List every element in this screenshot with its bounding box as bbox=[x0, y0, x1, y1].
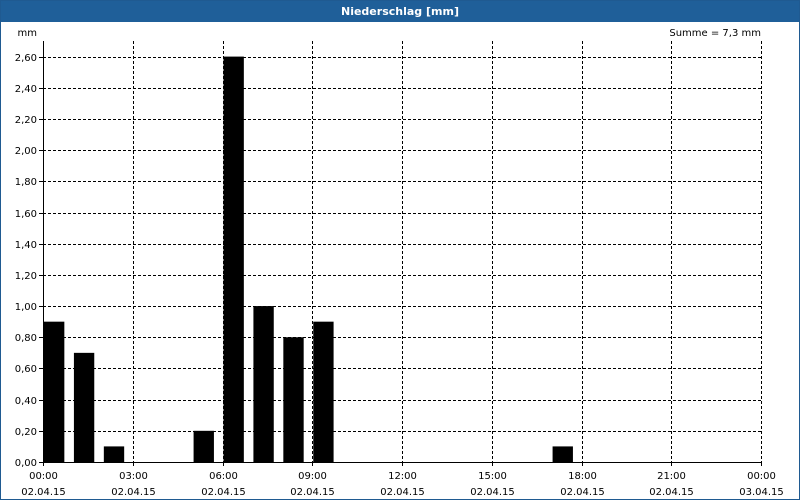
y-tick-label: 0,00 bbox=[15, 458, 37, 469]
y-tick-label: 0,40 bbox=[15, 396, 37, 407]
y-tick-label: 1,80 bbox=[15, 177, 37, 188]
x-tick-time-label: 12:00 bbox=[388, 471, 417, 482]
y-tick-label: 1,60 bbox=[15, 209, 37, 220]
x-tick-date-label: 03.04.15 bbox=[739, 487, 784, 498]
x-tick-date-label: 02.04.15 bbox=[21, 487, 66, 498]
chart-window: Niederschlag [mm] 0,00 0,20 0,40 0,60 0,80 1,… bbox=[0, 0, 800, 500]
x-tick-date-label: 02.04.15 bbox=[290, 487, 335, 498]
sum-annotation: Summe = 7,3 mm bbox=[669, 28, 761, 39]
bar-series bbox=[44, 56, 573, 463]
x-tick-time-label: 03:00 bbox=[119, 471, 148, 482]
precipitation-bar bbox=[193, 430, 214, 462]
precipitation-bar bbox=[283, 337, 304, 462]
y-tick-label: 2,20 bbox=[15, 115, 37, 126]
x-tick-time-label: 06:00 bbox=[209, 471, 238, 482]
x-tick-time-label: 00:00 bbox=[747, 471, 776, 482]
precipitation-bar bbox=[253, 306, 274, 462]
x-tick-date-label: 02.04.15 bbox=[470, 487, 515, 498]
x-tick-date-label: 02.04.15 bbox=[380, 487, 425, 498]
y-tick-label: 0,80 bbox=[15, 333, 37, 344]
y-axis-label: mm bbox=[18, 28, 37, 39]
grid-lines bbox=[43, 41, 762, 462]
y-tick-label: 1,40 bbox=[15, 240, 37, 251]
axes bbox=[39, 41, 762, 466]
x-tick-time-label: 21:00 bbox=[657, 471, 686, 482]
precipitation-bar bbox=[552, 446, 573, 462]
y-tick-label: 1,20 bbox=[15, 271, 37, 282]
chart-title: Niederschlag [mm] bbox=[1, 1, 799, 22]
x-tick-time-label: 15:00 bbox=[478, 471, 507, 482]
y-tick-label: 0,60 bbox=[15, 364, 37, 375]
x-tick-time-label: 09:00 bbox=[298, 471, 327, 482]
precipitation-bar bbox=[103, 446, 125, 462]
x-tick-date-label: 02.04.15 bbox=[560, 487, 605, 498]
precipitation-bar bbox=[313, 321, 334, 462]
y-tick-label: 1,00 bbox=[15, 302, 37, 313]
x-tick-date-label: 02.04.15 bbox=[201, 487, 246, 498]
precipitation-bar bbox=[44, 321, 65, 462]
x-tick-time-label: 18:00 bbox=[568, 471, 597, 482]
axis-labels: 0,00 0,20 0,40 0,60 0,80 1,00 1,20 1,40 1,60 1,80… bbox=[15, 28, 784, 498]
y-tick-label: 2,00 bbox=[15, 146, 37, 157]
y-tick-label: 2,60 bbox=[15, 53, 37, 64]
precipitation-chart: 0,00 0,20 0,40 0,60 0,80 1,00 1,20 1,40 1,60 1,80… bbox=[15, 28, 784, 498]
y-tick-label: 0,20 bbox=[15, 427, 37, 438]
x-tick-date-label: 02.04.15 bbox=[649, 487, 694, 498]
y-tick-label: 2,40 bbox=[15, 84, 37, 95]
precipitation-bar bbox=[73, 352, 95, 462]
x-tick-date-label: 02.04.15 bbox=[111, 487, 156, 498]
precipitation-bar bbox=[223, 56, 244, 463]
x-tick-time-label: 00:00 bbox=[29, 471, 58, 482]
